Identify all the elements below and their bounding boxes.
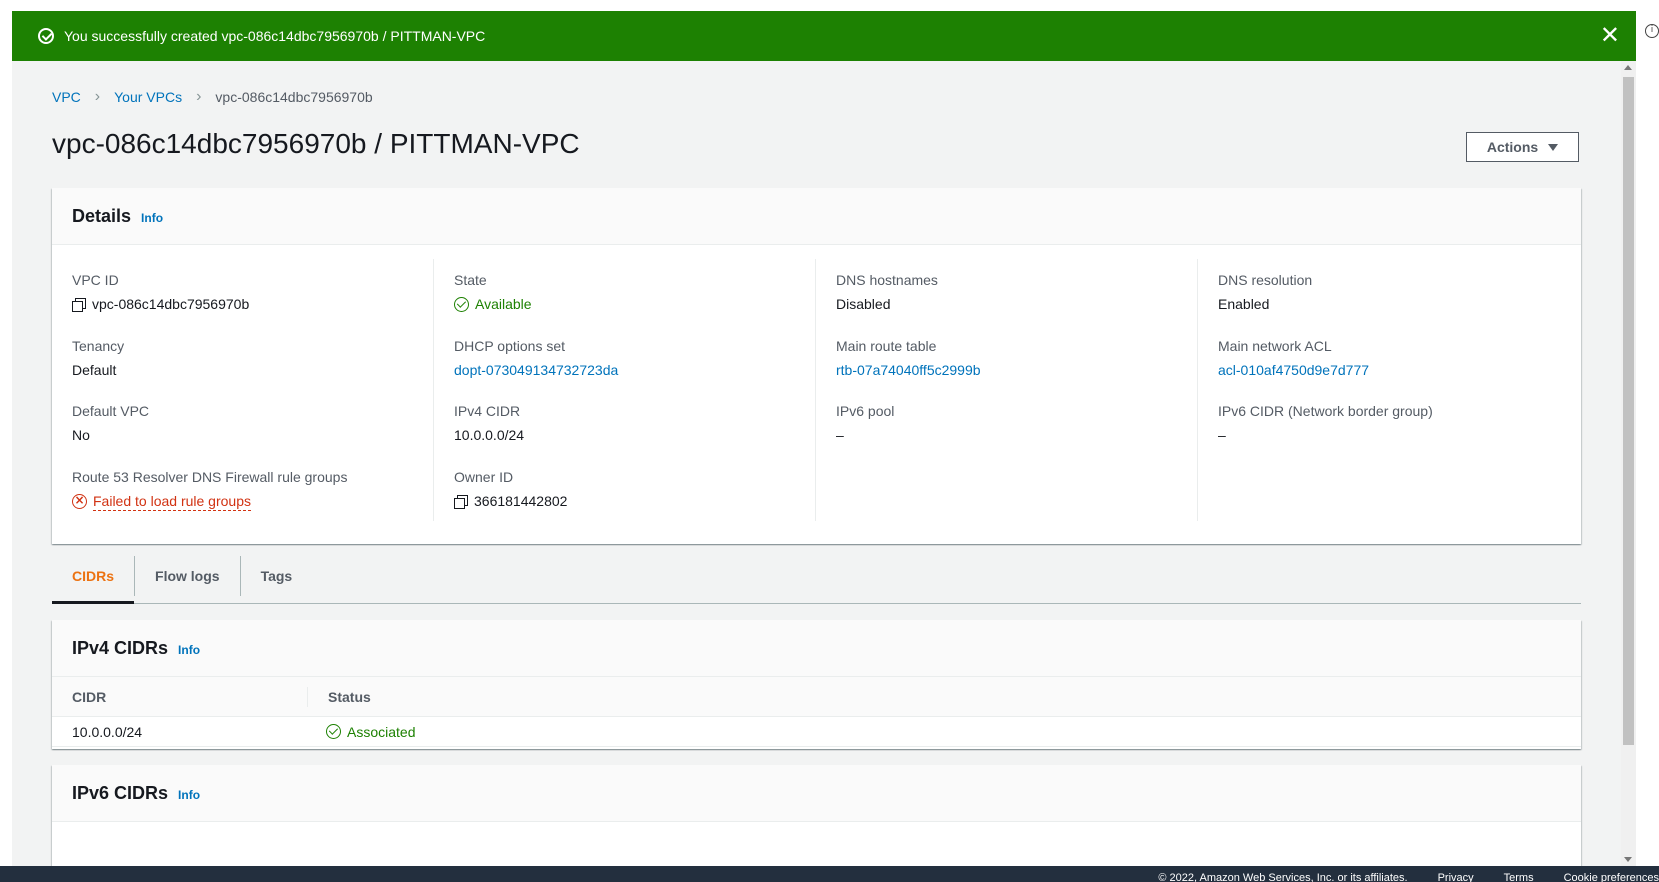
field-label: DHCP options set: [454, 337, 566, 354]
field-label: IPv6 CIDR (Network border group): [1218, 403, 1433, 419]
dns-resolution-value: Enabled: [1218, 296, 1270, 312]
vpc-id-value: vpc-086c14dbc7956970b: [92, 296, 250, 312]
ipv4-cidr-value: 10.0.0.0/24: [454, 427, 525, 443]
success-check-icon: [38, 28, 54, 44]
table-row: 10.0.0.0/24 Associated: [52, 717, 1581, 747]
field-label: Tenancy: [72, 337, 125, 354]
vertical-scrollbar[interactable]: [1621, 61, 1636, 866]
field-label: VPC ID: [72, 272, 119, 288]
tab-cidrs[interactable]: CIDRs: [52, 556, 135, 604]
breadcrumb-your-vpcs[interactable]: Your VPCs: [114, 89, 182, 105]
copy-icon[interactable]: [72, 298, 86, 312]
state-value: Available: [475, 296, 532, 312]
chevron-right-icon: ›: [94, 88, 101, 105]
scroll-down-icon[interactable]: [1624, 857, 1632, 862]
column-header-status[interactable]: Status: [308, 689, 371, 705]
tab-bar: CIDRs Flow logs Tags: [52, 548, 1581, 604]
details-column-2: State Available DHCP options set dopt-07…: [434, 259, 816, 521]
breadcrumb-vpc[interactable]: VPC: [52, 89, 81, 105]
actions-button[interactable]: Actions: [1466, 132, 1579, 162]
field-tenancy: Tenancy Default: [72, 337, 433, 391]
route-table-link[interactable]: rtb-07a74040ff5c2999b: [836, 361, 981, 379]
ipv6-cidrs-header: IPv6 CIDRs Info: [52, 765, 1581, 822]
scrollbar-thumb[interactable]: [1623, 77, 1634, 745]
close-icon[interactable]: ✕: [1600, 24, 1620, 48]
field-label: IPv6 pool: [836, 403, 895, 419]
ipv4-cidrs-panel: IPv4 CIDRs Info CIDR Status 10.0.0.0/24 …: [52, 620, 1581, 749]
owner-id-value: 366181442802: [474, 492, 568, 509]
caret-down-icon: [1548, 143, 1559, 151]
field-dns-resolution: DNS resolution Enabled: [1218, 271, 1580, 325]
field-owner-id: Owner ID 366181442802: [454, 468, 815, 522]
actions-label: Actions: [1486, 139, 1539, 155]
ipv6-info-link[interactable]: Info: [178, 788, 200, 802]
footer: © 2022, Amazon Web Services, Inc. or its…: [0, 866, 1659, 882]
details-column-1: VPC ID vpc-086c14dbc7956970b Tenancy Def…: [52, 259, 434, 521]
network-acl-link[interactable]: acl-010af4750d9e7d777: [1218, 361, 1369, 379]
table-header: CIDR Status: [52, 677, 1581, 717]
ipv6-cidrs-panel: IPv6 CIDRs Info: [52, 765, 1581, 866]
dns-hostnames-value: Disabled: [836, 296, 891, 312]
field-label: Owner ID: [454, 468, 514, 485]
scroll-up-icon[interactable]: [1624, 65, 1632, 70]
main-content: VPC › Your VPCs › vpc-086c14dbc7956970b …: [12, 61, 1621, 866]
page-title: vpc-086c14dbc7956970b / PITTMAN-VPC: [52, 128, 580, 159]
chevron-right-icon: ›: [196, 88, 202, 105]
details-info-link[interactable]: Info: [141, 211, 163, 225]
status-cell: Associated: [347, 723, 416, 740]
details-heading: Details: [72, 205, 132, 226]
field-label: IPv4 CIDR: [454, 403, 521, 419]
breadcrumb: VPC › Your VPCs › vpc-086c14dbc7956970b: [52, 88, 373, 106]
field-label: DNS resolution: [1218, 272, 1313, 288]
field-label: Default VPC: [72, 403, 150, 419]
field-label: DNS hostnames: [836, 272, 938, 288]
field-vpc-id: VPC ID vpc-086c14dbc7956970b: [72, 271, 433, 325]
field-dhcp: DHCP options set dopt-073049134732723da: [454, 337, 815, 391]
field-ipv6-pool: IPv6 pool –: [836, 402, 1197, 456]
cidr-cell: 10.0.0.0/24: [72, 723, 143, 740]
field-state: State Available: [454, 271, 815, 325]
ipv6-cidr-value: –: [1218, 427, 1226, 443]
details-column-4: DNS resolution Enabled Main network ACL …: [1198, 259, 1580, 521]
copy-icon[interactable]: [454, 494, 468, 509]
info-circle-icon[interactable]: i: [1645, 24, 1659, 38]
field-label: State: [454, 272, 487, 288]
tab-flow-logs[interactable]: Flow logs: [134, 555, 240, 596]
field-label: Main route table: [836, 337, 937, 354]
column-header-cidr[interactable]: CIDR: [52, 686, 308, 707]
field-ipv4-cidr: IPv4 CIDR 10.0.0.0/24: [454, 402, 815, 456]
ipv6-pool-value: –: [836, 427, 844, 443]
dns-firewall-error[interactable]: Failed to load rule groups: [93, 492, 251, 511]
check-circle-icon: [326, 724, 341, 739]
default-vpc-value: No: [72, 427, 90, 443]
field-dns-firewall: Route 53 Resolver DNS Firewall rule grou…: [72, 468, 433, 522]
success-flash-banner: You successfully created vpc-086c14dbc79…: [12, 11, 1636, 61]
tab-tags[interactable]: Tags: [239, 555, 313, 596]
ipv4-cidrs-heading: IPv4 CIDRs: [72, 637, 169, 658]
field-label: Route 53 Resolver DNS Firewall rule grou…: [72, 468, 348, 485]
field-ipv6-cidr: IPv6 CIDR (Network border group) –: [1218, 402, 1580, 456]
footer-terms-link[interactable]: Terms: [1504, 872, 1534, 882]
check-circle-icon: [454, 296, 469, 312]
breadcrumb-current: vpc-086c14dbc7956970b: [215, 89, 373, 105]
footer-privacy-link[interactable]: Privacy: [1438, 872, 1474, 882]
field-label: Main network ACL: [1218, 337, 1332, 354]
ipv4-cidrs-header: IPv4 CIDRs Info: [52, 620, 1581, 677]
flash-message: You successfully created vpc-086c14dbc79…: [64, 28, 486, 44]
field-dns-hostnames: DNS hostnames Disabled: [836, 271, 1197, 325]
field-default-vpc: Default VPC No: [72, 402, 433, 456]
details-column-3: DNS hostnames Disabled Main route table …: [816, 259, 1198, 521]
error-icon: ×: [72, 493, 87, 509]
footer-cookie-link[interactable]: Cookie preferences: [1564, 872, 1659, 882]
field-main-network-acl: Main network ACL acl-010af4750d9e7d777: [1218, 337, 1580, 391]
ipv4-info-link[interactable]: Info: [178, 643, 200, 657]
details-header: Details Info: [52, 188, 1581, 245]
ipv6-cidrs-heading: IPv6 CIDRs: [72, 782, 169, 803]
field-main-route-table: Main route table rtb-07a74040ff5c2999b: [836, 337, 1197, 391]
dhcp-options-link[interactable]: dopt-073049134732723da: [454, 361, 618, 379]
footer-copyright: © 2022, Amazon Web Services, Inc. or its…: [1158, 872, 1408, 882]
tenancy-value: Default: [72, 361, 117, 378]
details-panel: Details Info VPC ID vpc-086c14dbc7956970…: [52, 188, 1581, 544]
